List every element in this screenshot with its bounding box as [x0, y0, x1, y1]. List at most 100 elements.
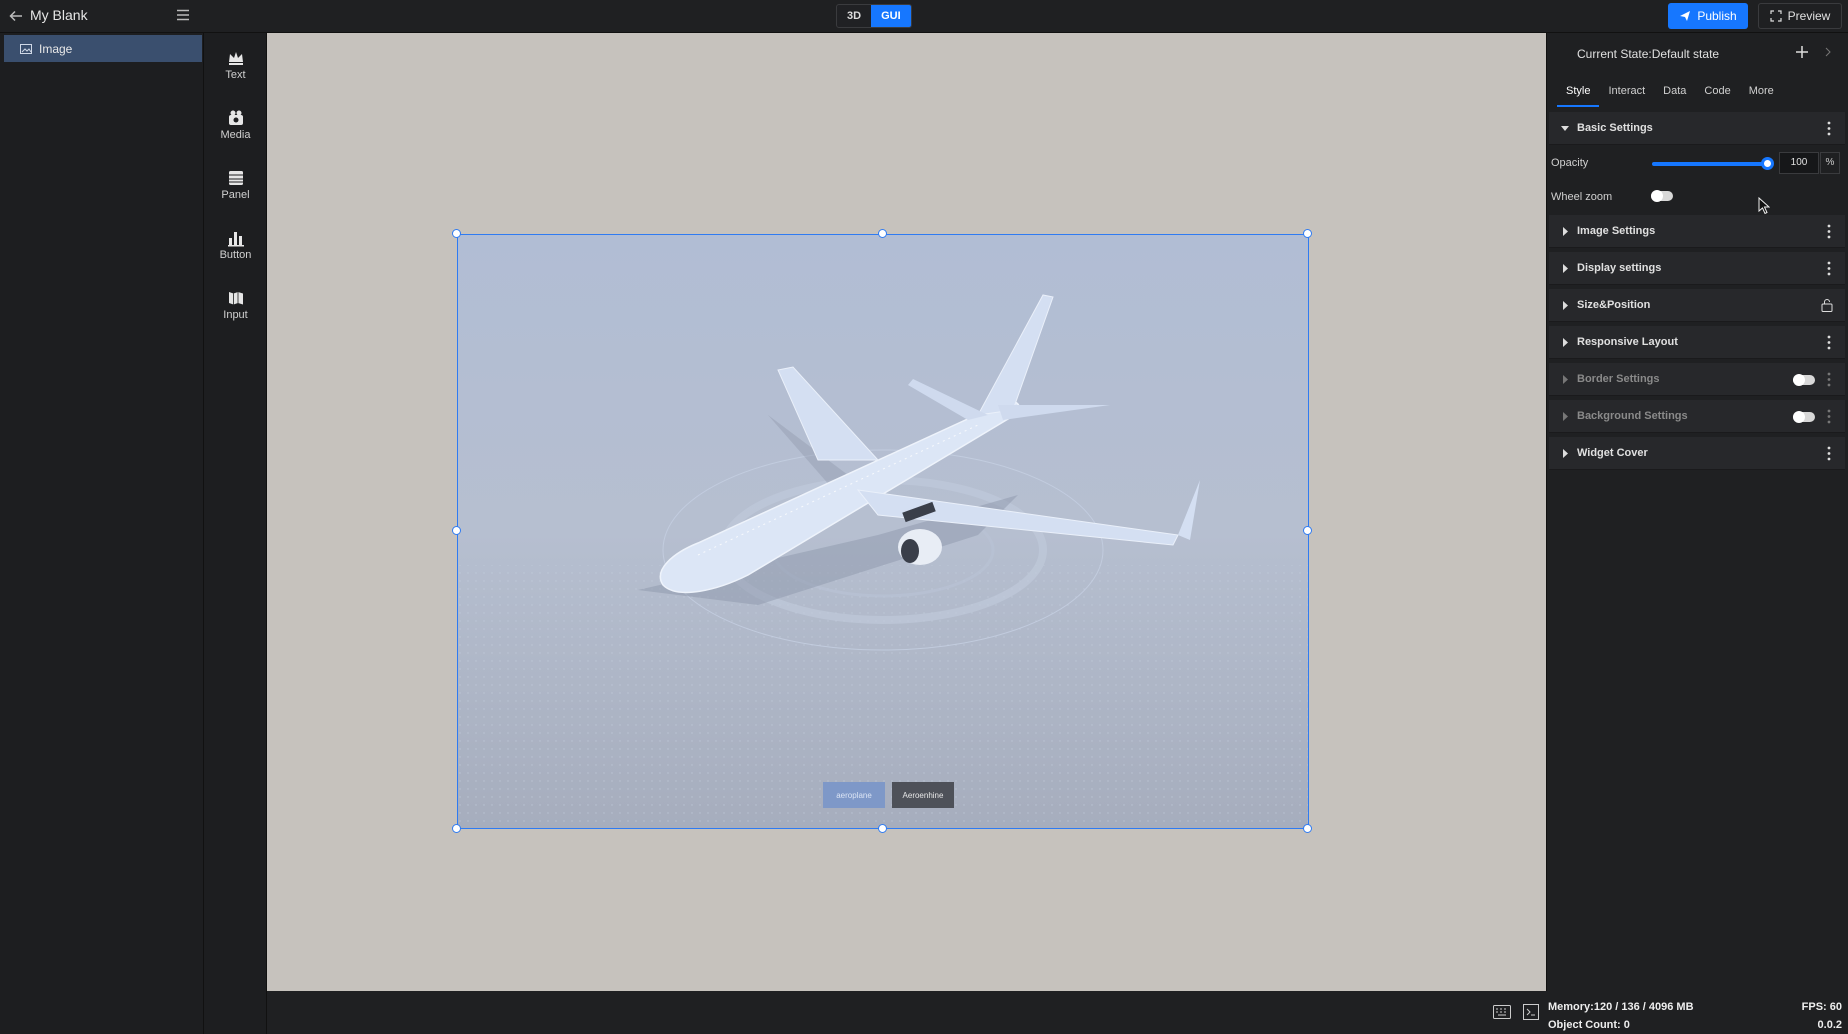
section-display-settings[interactable]: Display settings	[1549, 252, 1845, 285]
caret-down-icon	[1561, 126, 1569, 131]
memory-readout: Memory:120 / 136 / 4096 MB	[1548, 1001, 1694, 1013]
section-label: Display settings	[1577, 262, 1662, 274]
section-label: Basic Settings	[1577, 122, 1653, 134]
object-count: Object Count: 0	[1548, 1019, 1630, 1031]
tab-style[interactable]: Style	[1557, 85, 1600, 107]
layer-item-image[interactable]: Image	[4, 35, 202, 62]
widget-label: Media	[220, 129, 251, 141]
section-toggle[interactable]	[1793, 411, 1815, 423]
section-basic-settings[interactable]: Basic Settings	[1549, 112, 1845, 145]
chevron-right-icon[interactable]	[1823, 46, 1833, 58]
caret-right-icon	[1563, 301, 1568, 310]
widget-input[interactable]: Input	[204, 285, 267, 335]
crown-icon	[228, 52, 243, 65]
hamburger-menu-icon[interactable]	[175, 7, 191, 23]
airplane-image	[458, 235, 1308, 828]
media-icon	[228, 110, 243, 125]
publish-label: Publish	[1697, 9, 1737, 23]
opacity-input[interactable]: 100	[1779, 152, 1819, 174]
lock-icon[interactable]	[1821, 298, 1833, 312]
widget-label: Button	[219, 249, 252, 261]
resize-handle-bl[interactable]	[452, 824, 461, 833]
more-options-icon[interactable]	[1827, 261, 1831, 276]
opacity-slider-track[interactable]	[1652, 162, 1767, 166]
resize-handle-br[interactable]	[1303, 824, 1312, 833]
layers-panel: Image	[0, 33, 204, 1034]
back-arrow-icon[interactable]	[8, 8, 24, 24]
tab-data[interactable]: Data	[1654, 85, 1695, 107]
section-size-position[interactable]: Size&Position	[1549, 289, 1845, 322]
resize-handle-b[interactable]	[878, 824, 887, 833]
send-icon	[1680, 11, 1691, 21]
section-toggle[interactable]	[1793, 374, 1815, 386]
caret-right-icon	[1563, 227, 1568, 236]
section-background-settings[interactable]: Background Settings	[1549, 400, 1845, 433]
map-icon	[228, 292, 243, 305]
widget-media[interactable]: Media	[204, 105, 267, 155]
widget-button[interactable]: Button	[204, 225, 267, 275]
bar-chart-icon	[227, 232, 244, 247]
tab-interact[interactable]: Interact	[1599, 85, 1654, 107]
canvas-footer	[267, 991, 1546, 1034]
section-widget-cover[interactable]: Widget Cover	[1549, 437, 1845, 470]
widget-text[interactable]: Text	[204, 45, 267, 95]
widget-panel[interactable]: Panel	[204, 165, 267, 215]
current-state-title: Current State:Default state	[1577, 47, 1720, 61]
tab-code[interactable]: Code	[1695, 85, 1739, 107]
section-label: Size&Position	[1577, 299, 1651, 311]
more-options-icon[interactable]	[1827, 409, 1831, 424]
mouse-cursor-icon	[1758, 197, 1770, 215]
resize-handle-tr[interactable]	[1303, 229, 1312, 238]
status-bar: Memory:120 / 136 / 4096 MB FPS: 60 Objec…	[1546, 991, 1848, 1034]
section-label: Responsive Layout	[1577, 336, 1678, 348]
widget-label: Panel	[221, 189, 250, 201]
section-label: Widget Cover	[1577, 447, 1648, 459]
layer-label: Image	[39, 41, 73, 56]
resize-handle-t[interactable]	[878, 229, 887, 238]
mode-gui-button[interactable]: GUI	[871, 5, 911, 27]
tab-more[interactable]: More	[1740, 85, 1783, 107]
preview-label: Preview	[1787, 9, 1831, 23]
section-label: Image Settings	[1577, 225, 1656, 237]
mode-3d-button[interactable]: 3D	[837, 5, 871, 27]
property-tabs: Style Interact Data Code More	[1557, 85, 1783, 107]
opacity-slider-thumb[interactable]	[1761, 157, 1774, 170]
publish-button[interactable]: Publish	[1668, 3, 1748, 29]
more-options-icon[interactable]	[1827, 335, 1831, 350]
image-widget[interactable]	[457, 234, 1309, 829]
resize-handle-r[interactable]	[1303, 526, 1312, 535]
add-state-icon[interactable]	[1795, 45, 1809, 59]
caret-right-icon	[1563, 412, 1568, 421]
caret-right-icon	[1563, 375, 1568, 384]
image-tag-aeroengine: Aeroenhine	[892, 782, 954, 808]
keyboard-icon[interactable]	[1493, 1005, 1511, 1019]
widget-label: Input	[223, 309, 248, 321]
properties-panel: Current State:Default state Style Intera…	[1546, 33, 1848, 991]
caret-right-icon	[1563, 449, 1568, 458]
preview-button[interactable]: Preview	[1758, 3, 1842, 29]
wheel-zoom-toggle[interactable]	[1651, 190, 1673, 202]
widget-toolbar: Text Media Panel Button Input	[204, 33, 267, 1034]
section-border-settings[interactable]: Border Settings	[1549, 363, 1845, 396]
image-icon	[20, 43, 32, 54]
more-options-icon[interactable]	[1827, 121, 1831, 136]
section-label: Background Settings	[1577, 410, 1688, 422]
app-title: My Blank	[30, 7, 88, 23]
terminal-icon[interactable]	[1523, 1004, 1539, 1020]
more-options-icon[interactable]	[1827, 446, 1831, 461]
opacity-unit: %	[1820, 152, 1840, 174]
wheel-zoom-label: Wheel zoom	[1551, 191, 1613, 203]
more-options-icon[interactable]	[1827, 372, 1831, 387]
caret-right-icon	[1563, 338, 1568, 347]
section-responsive-layout[interactable]: Responsive Layout	[1549, 326, 1845, 359]
mode-toggle: 3D GUI	[836, 4, 912, 28]
caret-right-icon	[1563, 264, 1568, 273]
editor-window: My Blank 3D GUI Publish Preview Image Te…	[0, 0, 1848, 1034]
section-image-settings[interactable]: Image Settings	[1549, 215, 1845, 248]
image-tag-aeroplane: aeroplane	[823, 782, 885, 808]
resize-handle-tl[interactable]	[452, 229, 461, 238]
resize-handle-l[interactable]	[452, 526, 461, 535]
fps-readout: FPS: 60	[1801, 1001, 1842, 1013]
section-label: Border Settings	[1577, 373, 1660, 385]
more-options-icon[interactable]	[1827, 224, 1831, 239]
